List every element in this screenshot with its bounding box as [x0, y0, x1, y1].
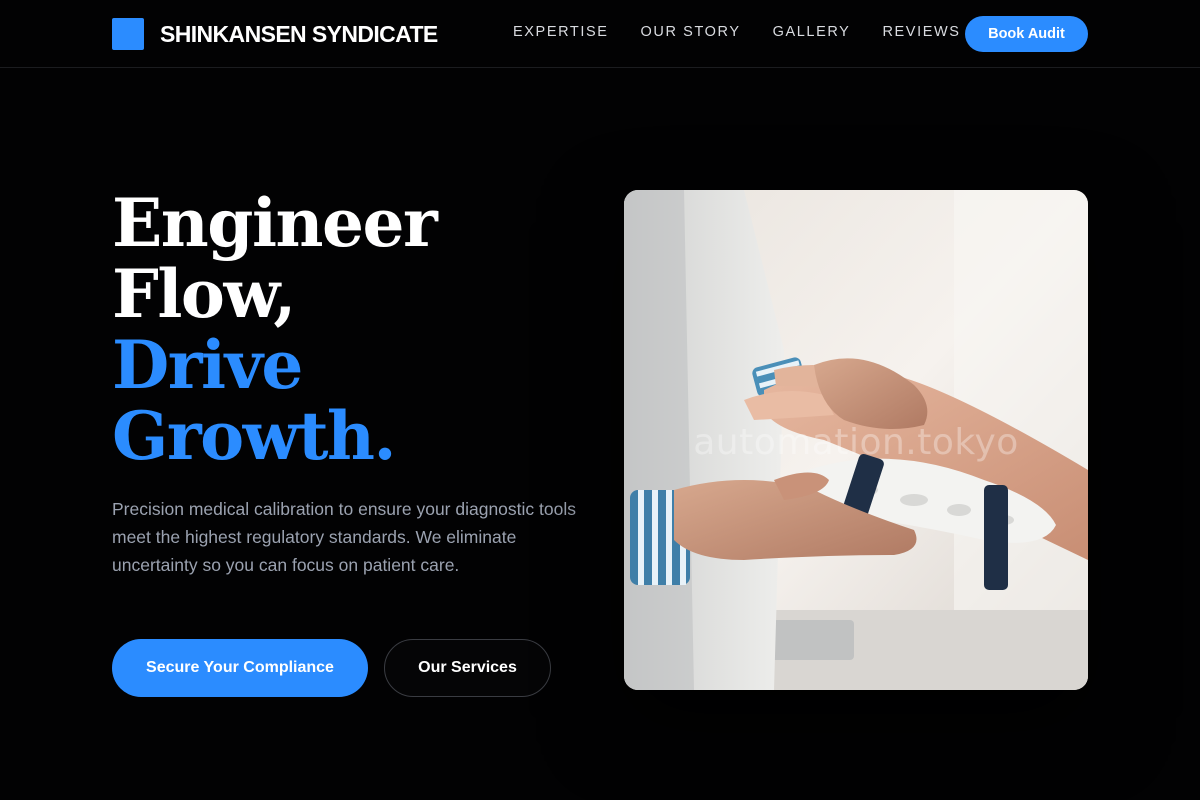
secure-compliance-button[interactable]: Secure Your Compliance — [112, 639, 368, 697]
headline-line-2: Flow, — [112, 255, 296, 333]
hero-photo: automation.tokyo — [624, 190, 1088, 690]
hero-headline: Engineer Flow, Drive Growth. — [112, 184, 438, 475]
nav-link-our-story[interactable]: OUR STORY — [641, 22, 741, 42]
headline-line-3: Drive — [112, 326, 303, 404]
site-header: SHINKANSEN SYNDICATE EXPERTISE OUR STORY… — [0, 0, 1200, 68]
page: SHINKANSEN SYNDICATE EXPERTISE OUR STORY… — [0, 0, 1200, 800]
nav-link-gallery[interactable]: GALLERY — [773, 22, 851, 42]
brand-name[interactable]: SHINKANSEN SYNDICATE — [160, 18, 438, 50]
book-audit-button[interactable]: Book Audit — [965, 16, 1088, 52]
main-nav: EXPERTISE OUR STORY GALLERY REVIEWS — [513, 22, 961, 42]
headline-line-4: Growth. — [112, 397, 396, 475]
headline-line-1: Engineer — [112, 184, 438, 262]
our-services-button[interactable]: Our Services — [384, 639, 551, 697]
hero-description: Precision medical calibration to ensure … — [112, 499, 576, 575]
nav-link-expertise[interactable]: EXPERTISE — [513, 22, 609, 42]
nav-link-reviews[interactable]: REVIEWS — [882, 22, 960, 42]
logo-square-icon[interactable] — [112, 18, 144, 50]
photo-doctor-wrist-brace-illustration — [624, 190, 1088, 690]
